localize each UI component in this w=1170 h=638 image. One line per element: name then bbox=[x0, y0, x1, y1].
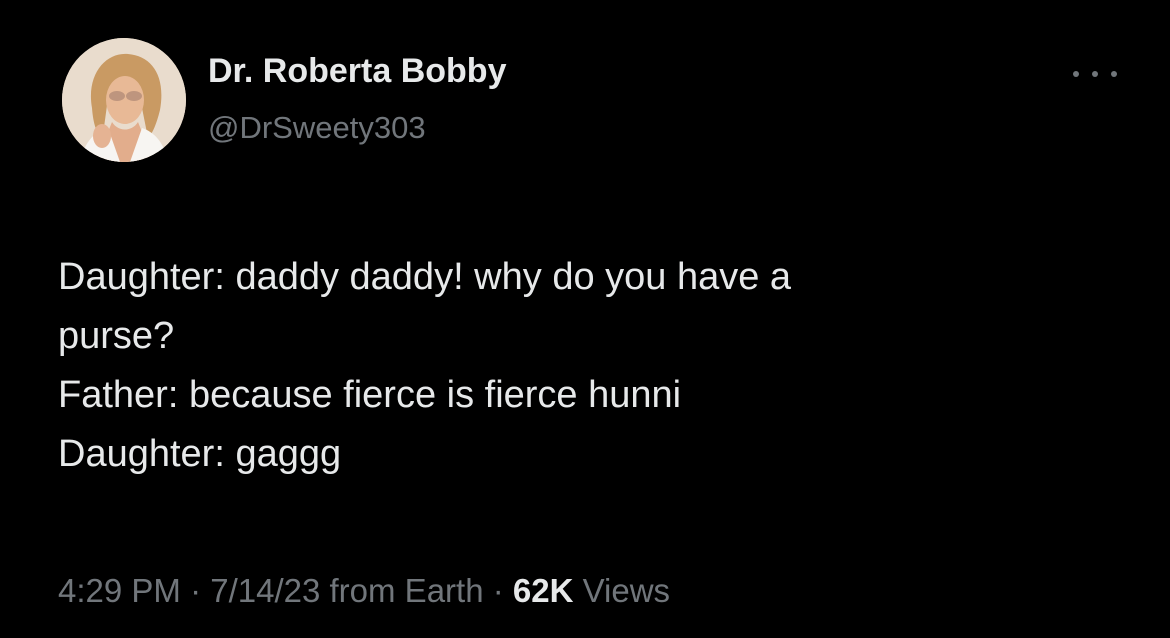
more-dot bbox=[1073, 71, 1079, 77]
views-count[interactable]: 62K bbox=[513, 572, 574, 609]
tweet-date[interactable]: 7/14/23 bbox=[210, 572, 320, 609]
tweet-line: purse? bbox=[58, 315, 175, 357]
profile-photo-icon bbox=[62, 38, 186, 162]
author-handle[interactable]: @DrSweety303 bbox=[208, 110, 426, 146]
meta-separator: · bbox=[483, 572, 513, 609]
tweet-text: Daughter: daddy daddy! why do you have a… bbox=[58, 248, 1118, 484]
more-dot bbox=[1111, 71, 1117, 77]
meta-separator: · bbox=[180, 572, 211, 609]
views-label[interactable]: Views bbox=[573, 572, 670, 609]
tweet-line: Daughter: gaggg bbox=[58, 433, 342, 475]
more-options-icon[interactable] bbox=[1073, 62, 1117, 86]
more-dot bbox=[1092, 71, 1098, 77]
tweet-line: Father: because fierce is fierce hunni bbox=[58, 374, 682, 416]
tweet-metadata: 4:29 PM · 7/14/23 from Earth · 62K Views bbox=[58, 572, 670, 610]
author-display-name[interactable]: Dr. Roberta Bobby bbox=[208, 52, 506, 91]
tweet-line: Daughter: daddy daddy! why do you have a bbox=[58, 256, 792, 298]
author-avatar[interactable] bbox=[62, 38, 186, 162]
tweet-card: Dr. Roberta Bobby @DrSweety303 Daughter:… bbox=[0, 0, 1170, 638]
tweet-source: from Earth bbox=[320, 572, 484, 609]
tweet-time[interactable]: 4:29 PM bbox=[58, 572, 181, 609]
